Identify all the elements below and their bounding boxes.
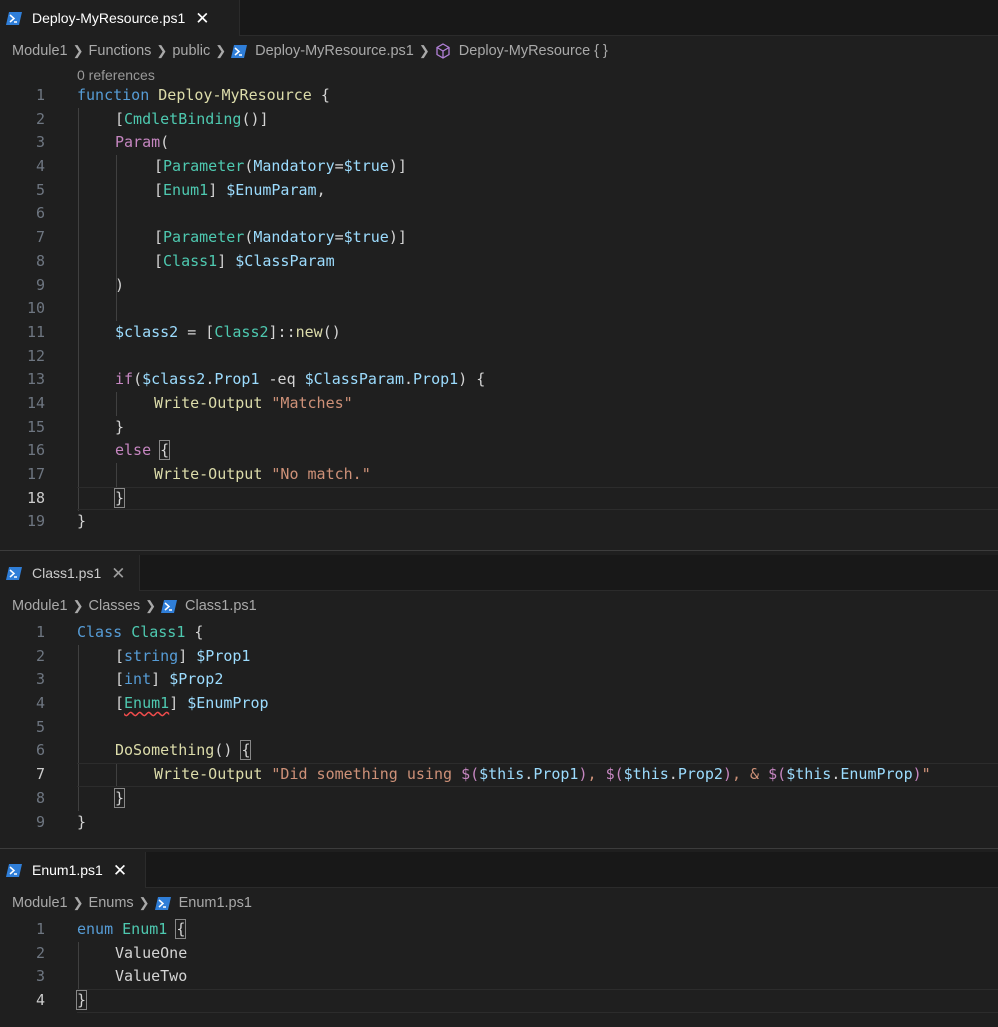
code-line: 9) <box>35 275 125 294</box>
editor-pane-class1: Class1.ps1 ✕ Module1 ❯ Classes ❯ Class1.… <box>0 555 998 847</box>
code-line: 16 else { <box>26 440 171 461</box>
tab-label: Enum1.ps1 <box>32 862 103 878</box>
code-line: 8 [Class1] $ClassParam <box>35 251 335 270</box>
close-icon[interactable]: ✕ <box>195 10 209 27</box>
breadcrumb-functions[interactable]: Functions <box>89 43 152 59</box>
code-line: 4 [Parameter(Mandatory=$true)] <box>35 157 407 176</box>
editor-pane-deploy: Deploy-MyResource.ps1 ✕ Module1 ❯ Functi… <box>0 0 998 550</box>
code-line: 15} <box>26 417 125 436</box>
chevron-right-icon: ❯ <box>138 895 150 910</box>
breadcrumb-symbol[interactable]: Deploy-MyResource { } <box>459 43 608 59</box>
code-line: 2 [CmdletBinding()] <box>35 109 269 128</box>
breadcrumb-public[interactable]: public <box>172 43 210 59</box>
tab-bar: Class1.ps1 ✕ <box>0 555 998 591</box>
breadcrumb-file[interactable]: Deploy-MyResource.ps1 <box>255 43 414 59</box>
tab-deploy-myresource[interactable]: Deploy-MyResource.ps1 ✕ <box>0 0 240 36</box>
code-line: 6 <box>35 204 45 223</box>
symbol-function-icon <box>435 43 451 59</box>
chevron-right-icon: ❯ <box>72 43 84 58</box>
breadcrumb-module[interactable]: Module1 <box>12 598 68 614</box>
close-icon[interactable]: ✕ <box>111 565 125 582</box>
code-line: 1 function Deploy-MyResource { <box>35 86 330 104</box>
powershell-file-icon <box>6 566 22 580</box>
code-line: 6 DoSomething() { <box>35 740 252 761</box>
chevron-right-icon: ❯ <box>215 43 227 58</box>
breadcrumb-classes[interactable]: Classes <box>89 598 141 614</box>
code-line: 2 [string] $Prop1 <box>35 646 251 665</box>
code-line: 17 Write-Output "No match." <box>26 465 371 483</box>
tab-class1[interactable]: Class1.ps1 ✕ <box>0 555 140 591</box>
chevron-right-icon: ❯ <box>418 43 430 58</box>
code-line: 10 <box>26 299 45 318</box>
code-line: 2 ValueOne <box>35 943 188 962</box>
code-line: 8} <box>35 787 126 808</box>
breadcrumb-module[interactable]: Module1 <box>12 895 68 911</box>
tab-bar: Deploy-MyResource.ps1 ✕ <box>0 0 998 36</box>
breadcrumb-file[interactable]: Enum1.ps1 <box>179 895 252 911</box>
powershell-file-icon <box>6 863 22 877</box>
code-line: 4 [Enum1] $EnumProp <box>35 694 269 713</box>
codelens-references[interactable]: 0 references <box>0 66 998 84</box>
code-line: 11 $class2 = [Class2]::new() <box>26 322 341 341</box>
close-icon[interactable]: ✕ <box>113 862 127 879</box>
code-line: 3 [int] $Prop2 <box>35 670 224 689</box>
chevron-right-icon: ❯ <box>72 598 84 613</box>
code-line: 12 <box>26 346 45 365</box>
code-line-current: 7 Write-Output "Did something using $($th… <box>0 763 998 787</box>
breadcrumb: Module1 ❯ Enums ❯ Enum1.ps1 <box>0 888 998 918</box>
code-line: 7 [Parameter(Mandatory=$true)] <box>35 228 407 247</box>
current-line-highlight <box>77 989 998 1013</box>
code-line: 19} <box>26 512 87 531</box>
code-line: 9} <box>35 812 87 831</box>
tab-bar: Enum1.ps1 ✕ <box>0 852 998 888</box>
code-editor[interactable]: 1 enum Enum1 { 2 ValueOne 3 ValueTwo 4} <box>0 918 998 1013</box>
editor-pane-enum1: Enum1.ps1 ✕ Module1 ❯ Enums ❯ Enum1.ps1 … <box>0 852 998 1027</box>
powershell-file-icon <box>6 11 22 25</box>
powershell-file-icon <box>161 599 178 613</box>
pane-divider[interactable] <box>0 550 998 551</box>
tab-enum1[interactable]: Enum1.ps1 ✕ <box>0 852 146 888</box>
code-line: 3 Param( <box>35 133 170 152</box>
code-line-current: 4} <box>0 989 998 1013</box>
chevron-right-icon: ❯ <box>145 598 157 613</box>
code-line-current: 18} <box>0 486 998 511</box>
breadcrumb-enums[interactable]: Enums <box>89 895 134 911</box>
chevron-right-icon: ❯ <box>72 895 84 910</box>
powershell-file-icon <box>231 44 248 58</box>
breadcrumb: Module1 ❯ Functions ❯ public ❯ Deploy-My… <box>0 36 998 66</box>
code-line: 1 enum Enum1 { <box>35 919 187 939</box>
breadcrumb-file[interactable]: Class1.ps1 <box>185 598 257 614</box>
breadcrumb-module[interactable]: Module1 <box>12 43 68 59</box>
code-line: 5 <box>35 717 45 736</box>
pane-divider[interactable] <box>0 848 998 849</box>
code-editor[interactable]: 1 function Deploy-MyResource { 2 [CmdletBi… <box>0 84 998 534</box>
code-line: 3 ValueTwo <box>35 967 188 986</box>
code-line: 1 Class Class1 { <box>35 623 204 641</box>
chevron-right-icon: ❯ <box>156 43 168 58</box>
powershell-file-icon <box>154 896 171 910</box>
current-line-highlight <box>77 486 998 511</box>
code-editor[interactable]: 1 Class Class1 { 2 [string] $Prop1 3 [int] … <box>0 621 998 834</box>
code-line: 5 [Enum1] $EnumParam, <box>35 180 326 199</box>
breadcrumb: Module1 ❯ Classes ❯ Class1.ps1 <box>0 591 998 621</box>
tab-label: Deploy-MyResource.ps1 <box>32 10 186 26</box>
code-line: 14 Write-Output "Matches" <box>26 393 353 412</box>
code-line: 13 if($class2.Prop1 -eq $ClassParam.Prop1… <box>26 370 486 389</box>
tab-label: Class1.ps1 <box>32 565 102 581</box>
